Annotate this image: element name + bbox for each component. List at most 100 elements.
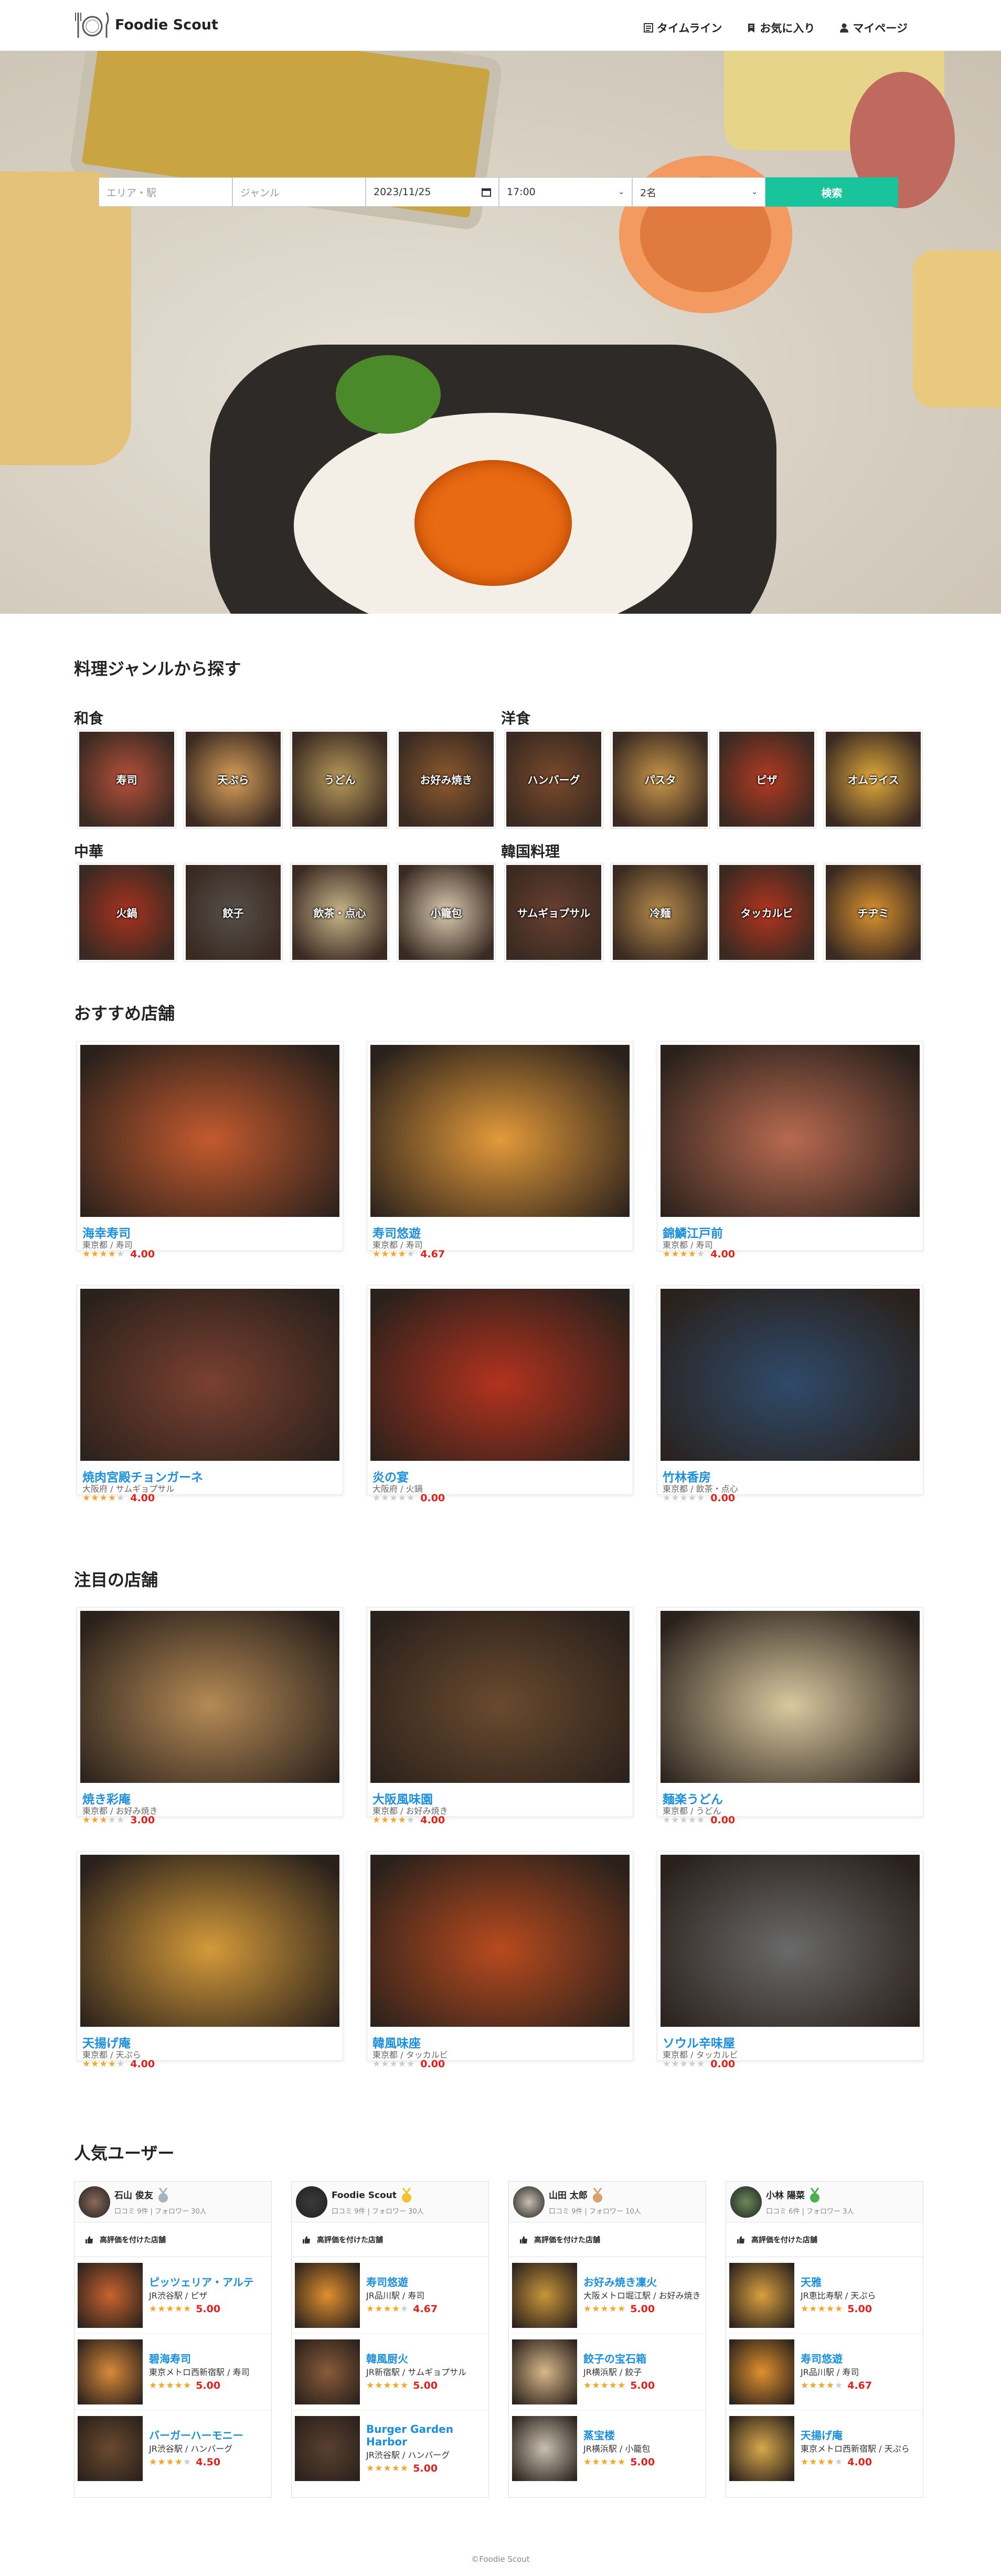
shop-card[interactable]: 海幸寿司 東京都 / 寿司 ★★★★★ 4.00 xyxy=(77,1041,343,1260)
shop-photo xyxy=(661,1045,920,1217)
genre-tile[interactable]: 火鍋 xyxy=(78,863,176,961)
user-name[interactable]: 石山 俊友 xyxy=(114,2190,153,2201)
genre-tile[interactable]: 天ぷら xyxy=(184,730,282,828)
shop-name[interactable]: 天雅 xyxy=(801,2276,876,2289)
shop-photo xyxy=(370,1289,630,1461)
genre-tile[interactable]: 小籠包 xyxy=(397,863,495,961)
user-shop-item[interactable]: 餃子の宝石箱 JR横浜駅 / 餃子 ★★★★★ 5.00 xyxy=(509,2334,706,2410)
shop-name[interactable]: 寿司悠遊 xyxy=(801,2353,872,2365)
genre-tile[interactable]: お好み焼き xyxy=(397,730,495,828)
genre-label: サムギョプサル xyxy=(517,907,591,920)
rating-score: 5.00 xyxy=(413,2379,438,2391)
nav-mypage[interactable]: マイページ xyxy=(839,20,908,36)
user-shop-item[interactable]: ピッツェリア・アルテ JR渋谷駅 / ピザ ★★★★★ 5.00 xyxy=(74,2257,271,2334)
shop-photo xyxy=(80,1289,339,1461)
shop-name[interactable]: バーガーハーモニー xyxy=(149,2429,243,2442)
shop-card[interactable]: 竹林香房 東京都 / 飲茶・点心 ★★★★★ 0.00 xyxy=(657,1285,923,1504)
rating-stars: ★★★★★ xyxy=(663,2059,706,2069)
shop-station-genre: JR恵比寿駅 / 天ぷら xyxy=(801,2290,876,2301)
shop-name[interactable]: 寿司悠遊 xyxy=(366,2276,438,2289)
user-name[interactable]: 小林 陽菜 xyxy=(766,2190,805,2201)
genre-tile[interactable]: サムギョプサル xyxy=(505,863,603,961)
search-button[interactable]: 検索 xyxy=(765,177,898,207)
user-shop-item[interactable]: 碧海寿司 東京メトロ西新宿駅 / 寿司 ★★★★★ 5.00 xyxy=(74,2334,271,2410)
date-input[interactable]: 2023/11/25 xyxy=(366,177,499,207)
people-select[interactable]: 2名 ⌄ xyxy=(632,177,765,207)
shop-name[interactable]: 碧海寿司 xyxy=(149,2353,250,2365)
shop-card[interactable]: 天揚げ庵 東京都 / 天ぷら ★★★★★ 4.00 xyxy=(77,1851,343,2070)
avatar[interactable] xyxy=(296,2186,327,2218)
brand-logo[interactable]: Foodie Scout xyxy=(74,8,218,41)
user-shop-item[interactable]: 天揚げ庵 東京メトロ西新宿駅 / 天ぷら ★★★★★ 4.00 xyxy=(726,2410,923,2487)
shop-name[interactable]: Burger Garden Harbor xyxy=(366,2423,485,2448)
shop-name[interactable]: ピッツェリア・アルテ xyxy=(149,2276,254,2289)
shop-card[interactable]: 麺楽うどん 東京都 / うどん ★★★★★ 0.00 xyxy=(657,1607,923,1826)
shop-thumbnail[interactable] xyxy=(295,2262,360,2328)
genre-tile[interactable]: 餃子 xyxy=(184,863,282,961)
genre-tile[interactable]: タッカルビ xyxy=(718,863,816,961)
user-shop-item[interactable]: 寿司悠遊 JR品川駅 / 寿司 ★★★★★ 4.67 xyxy=(726,2334,923,2410)
shop-thumbnail[interactable] xyxy=(729,2339,794,2404)
genre-tile[interactable]: 冷麺 xyxy=(611,863,709,961)
shop-name[interactable]: お好み焼き凜火 xyxy=(583,2276,701,2289)
shop-card[interactable]: 炎の宴 大阪府 / 火鍋 ★★★★★ 0.00 xyxy=(367,1285,633,1504)
genre-tile[interactable]: 飲茶・点心 xyxy=(291,863,389,961)
shop-thumbnail[interactable] xyxy=(78,2416,143,2481)
search-bar: エリア・駅 ジャンル 2023/11/25 17:00 ⌄ 2名 ⌄ 検索 xyxy=(99,177,898,207)
shop-name[interactable]: 天揚げ庵 xyxy=(801,2429,910,2442)
shop-thumbnail[interactable] xyxy=(78,2339,143,2404)
shop-card[interactable]: ソウル辛味屋 東京都 / タッカルビ ★★★★★ 0.00 xyxy=(657,1851,923,2070)
time-select[interactable]: 17:00 ⌄ xyxy=(499,177,632,207)
shop-card[interactable]: 錦鱗江戸前 東京都 / 寿司 ★★★★★ 4.00 xyxy=(657,1041,923,1260)
genre-tile[interactable]: ピザ xyxy=(718,730,816,828)
user-shop-item[interactable]: お好み焼き凜火 大阪メトロ堀江駅 / お好み焼き ★★★★★ 5.00 xyxy=(509,2257,706,2334)
user-header[interactable]: 山田 太郎 口コミ 9件 | フォロワー 10人 xyxy=(509,2182,706,2222)
user-header[interactable]: Foodie Scout 口コミ 9件 | フォロワー 30人 xyxy=(292,2182,488,2222)
shop-thumbnail[interactable] xyxy=(512,2339,577,2404)
shop-card[interactable]: 焼肉宮殿チョンガーネ 大阪府 / サムギョプサル ★★★★★ 4.00 xyxy=(77,1285,343,1504)
genre-tile[interactable]: うどん xyxy=(291,730,389,828)
genre-tile[interactable]: オムライス xyxy=(824,730,922,828)
user-shop-item[interactable]: 蒸宝楼 JR横浜駅 / 小籠包 ★★★★★ 5.00 xyxy=(509,2410,706,2487)
user-name[interactable]: 山田 太郎 xyxy=(549,2190,588,2201)
shop-thumbnail[interactable] xyxy=(295,2339,360,2404)
nav-favorites[interactable]: お気に入り xyxy=(746,20,815,36)
avatar[interactable] xyxy=(730,2186,762,2218)
high-rated-label: 高評価を付けた店舗 xyxy=(292,2222,488,2257)
user-shop-item[interactable]: 韓風厨火 JR新宿駅 / サムギョプサル ★★★★★ 5.00 xyxy=(292,2334,488,2410)
user-shop-item[interactable]: Burger Garden Harbor JR渋谷駅 / ハンバーグ ★★★★★ 5.… xyxy=(292,2410,488,2487)
shop-thumbnail[interactable] xyxy=(729,2262,794,2328)
shop-rating: ★★★★★ 0.00 xyxy=(663,2058,735,2070)
user-shop-item[interactable]: 天雅 JR恵比寿駅 / 天ぷら ★★★★★ 5.00 xyxy=(726,2257,923,2334)
user-shop-item[interactable]: 寿司悠遊 JR品川駅 / 寿司 ★★★★★ 4.67 xyxy=(292,2257,488,2334)
shop-thumbnail[interactable] xyxy=(512,2416,577,2481)
user-header[interactable]: 石山 俊友 口コミ 9件 | フォロワー 30人 xyxy=(74,2182,271,2222)
shop-thumbnail[interactable] xyxy=(295,2416,360,2481)
rating-stars: ★★★★★ xyxy=(366,2463,409,2474)
avatar[interactable] xyxy=(513,2186,545,2218)
genre-tile[interactable]: ハンバーグ xyxy=(505,730,603,828)
shop-card[interactable]: 焼き彩庵 東京都 / お好み焼き ★★★★★ 3.00 xyxy=(77,1607,343,1826)
shop-name[interactable]: 韓風厨火 xyxy=(366,2353,466,2365)
rating-score: 4.50 xyxy=(196,2456,221,2468)
rating-stars: ★★★★★ xyxy=(801,2303,844,2314)
genre-input[interactable]: ジャンル xyxy=(232,177,366,207)
user-name[interactable]: Foodie Scout xyxy=(332,2190,397,2201)
user-header[interactable]: 小林 陽菜 口コミ 6件 | フォロワー 3人 xyxy=(726,2182,923,2222)
shop-thumbnail[interactable] xyxy=(78,2262,143,2328)
shop-card[interactable]: 寿司悠遊 東京都 / 寿司 ★★★★★ 4.67 xyxy=(367,1041,633,1260)
people-value: 2名 xyxy=(640,187,657,199)
user-shop-item[interactable]: バーガーハーモニー JR渋谷駅 / ハンバーグ ★★★★★ 4.50 xyxy=(74,2410,271,2487)
shop-name[interactable]: 餃子の宝石箱 xyxy=(583,2353,655,2365)
avatar[interactable] xyxy=(79,2186,110,2218)
genre-tile[interactable]: 寿司 xyxy=(78,730,176,828)
shop-thumbnail[interactable] xyxy=(729,2416,794,2481)
genre-tile[interactable]: チヂミ xyxy=(824,863,922,961)
area-input[interactable]: エリア・駅 xyxy=(99,177,232,207)
shop-card[interactable]: 大阪風味園 東京都 / お好み焼き ★★★★★ 4.00 xyxy=(367,1607,633,1826)
shop-thumbnail[interactable] xyxy=(512,2262,577,2328)
shop-name[interactable]: 蒸宝楼 xyxy=(583,2429,655,2442)
shop-card[interactable]: 韓風味座 東京都 / タッカルビ ★★★★★ 0.00 xyxy=(367,1851,633,2070)
genre-tile[interactable]: パスタ xyxy=(611,730,709,828)
nav-timeline[interactable]: タイムライン xyxy=(643,20,722,36)
